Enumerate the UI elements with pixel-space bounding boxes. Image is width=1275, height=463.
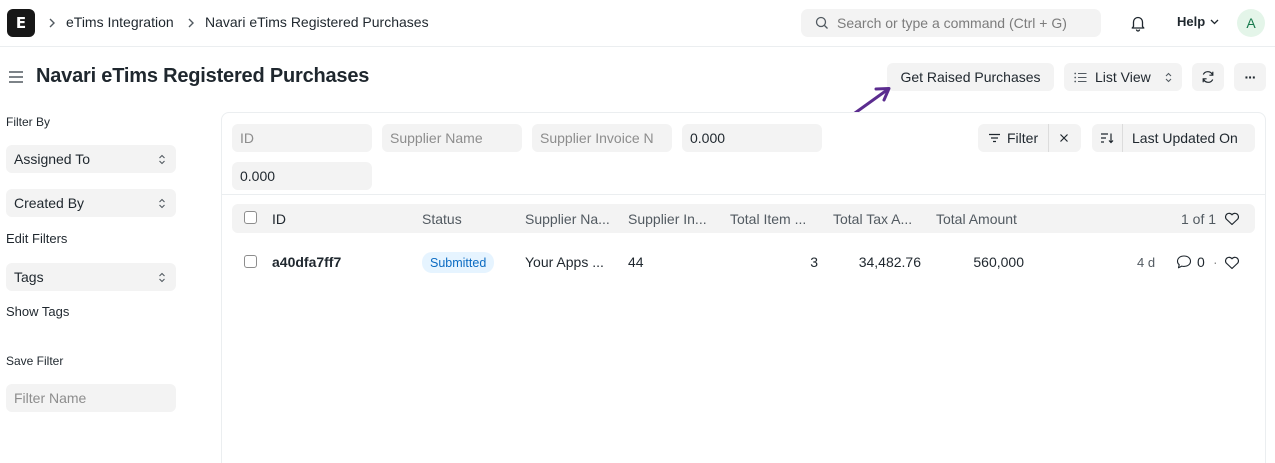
filter-group: Filter <box>978 124 1081 152</box>
search-icon <box>815 16 828 29</box>
sort-descending-icon <box>1101 133 1114 144</box>
filter-name-input[interactable] <box>6 384 176 412</box>
list-view-label: List View <box>1095 69 1151 85</box>
filter-label: Filter <box>1007 130 1039 146</box>
tags-select[interactable]: Tags <box>6 263 176 291</box>
separator-dot: · <box>1213 254 1218 270</box>
show-tags-link[interactable]: Show Tags <box>6 304 69 319</box>
awesomebar[interactable] <box>801 9 1101 37</box>
heart-icon[interactable] <box>1224 256 1240 270</box>
edit-filters-link[interactable]: Edit Filters <box>6 231 67 246</box>
logo-letter: E <box>15 13 27 32</box>
sidebar-toggle-icon[interactable] <box>8 70 24 84</box>
id-filter-input[interactable] <box>232 124 372 152</box>
list-panel <box>221 112 1266 463</box>
help-label: Help <box>1177 14 1206 29</box>
divider <box>222 194 1265 195</box>
filter-button[interactable]: Filter <box>978 124 1049 152</box>
select-arrows-icon <box>1165 72 1172 83</box>
save-filter-label: Save Filter <box>6 354 64 368</box>
select-arrows-icon <box>159 198 165 209</box>
column-header-id: ID <box>272 211 286 227</box>
cell-supplier-invoice: 44 <box>628 254 644 270</box>
close-icon[interactable] <box>1058 132 1070 144</box>
column-header-supplier-name: Supplier Na... <box>525 211 610 227</box>
tags-label: Tags <box>14 269 44 285</box>
amount-filter-input[interactable] <box>682 124 822 152</box>
cell-total-tax: 34,482.76 <box>858 254 921 270</box>
row-checkbox[interactable] <box>244 255 257 268</box>
chevron-right-icon <box>188 18 194 28</box>
comment-count: 0 <box>1197 254 1205 270</box>
row-id-link[interactable]: a40dfa7ff7 <box>272 254 341 270</box>
supplier-name-filter-input[interactable] <box>382 124 522 152</box>
assigned-to-label: Assigned To <box>14 151 91 167</box>
created-by-select[interactable]: Created By <box>6 189 176 217</box>
filter-icon <box>989 133 1000 143</box>
breadcrumb-doctype[interactable]: Navari eTims Registered Purchases <box>205 14 429 30</box>
sort-by-label[interactable]: Last Updated On <box>1132 130 1238 146</box>
get-raised-purchases-button[interactable]: Get Raised Purchases <box>887 63 1054 91</box>
help-dropdown[interactable]: Help <box>1177 14 1219 29</box>
navbar: E eTims Integration Navari eTims Registe… <box>0 0 1275 47</box>
comment-icon[interactable] <box>1176 254 1192 270</box>
status-badge: Submitted <box>422 252 495 273</box>
cell-supplier-name: Your Apps ... <box>525 254 604 270</box>
list-icon <box>1074 72 1087 82</box>
breadcrumb-module[interactable]: eTims Integration <box>66 14 174 30</box>
refresh-button[interactable] <box>1192 63 1224 91</box>
select-arrows-icon <box>159 272 165 283</box>
notification-bell-icon[interactable] <box>1129 14 1147 32</box>
more-icon: ··· <box>1244 69 1257 85</box>
cell-total-amount: 560,000 <box>973 254 1024 270</box>
filter-by-label: Filter By <box>6 115 51 129</box>
supplier-invoice-filter-input[interactable] <box>532 124 672 152</box>
modified-time: 4 d <box>1137 255 1156 270</box>
record-count: 1 of 1 <box>1181 211 1217 227</box>
search-input[interactable] <box>837 9 1095 37</box>
page-title: Navari eTims Registered Purchases <box>36 65 370 87</box>
heart-icon[interactable] <box>1224 212 1240 226</box>
column-header-supplier-invoice: Supplier In... <box>628 211 707 227</box>
avatar-initial: A <box>1246 15 1256 31</box>
app-logo[interactable]: E <box>7 9 35 37</box>
column-header-status: Status <box>422 211 462 227</box>
amount-filter-input-2[interactable] <box>232 162 372 190</box>
user-avatar[interactable]: A <box>1237 9 1265 37</box>
column-header-total-item: Total Item ... <box>730 211 807 227</box>
chevron-down-icon <box>1210 19 1219 24</box>
chevron-right-icon <box>49 18 55 28</box>
list-view-button[interactable]: List View <box>1064 63 1182 91</box>
column-header-total-amount: Total Amount <box>936 211 1017 227</box>
select-all-checkbox[interactable] <box>244 211 257 224</box>
select-arrows-icon <box>159 154 165 165</box>
refresh-icon <box>1202 71 1214 83</box>
sort-group: Last Updated On <box>1092 124 1255 152</box>
created-by-label: Created By <box>14 195 85 211</box>
more-actions-button[interactable]: ··· <box>1234 63 1266 91</box>
cell-total-item: 3 <box>810 254 818 270</box>
assigned-to-select[interactable]: Assigned To <box>6 145 176 173</box>
sort-direction-button[interactable] <box>1092 124 1123 152</box>
column-header-total-tax: Total Tax A... <box>833 211 913 227</box>
